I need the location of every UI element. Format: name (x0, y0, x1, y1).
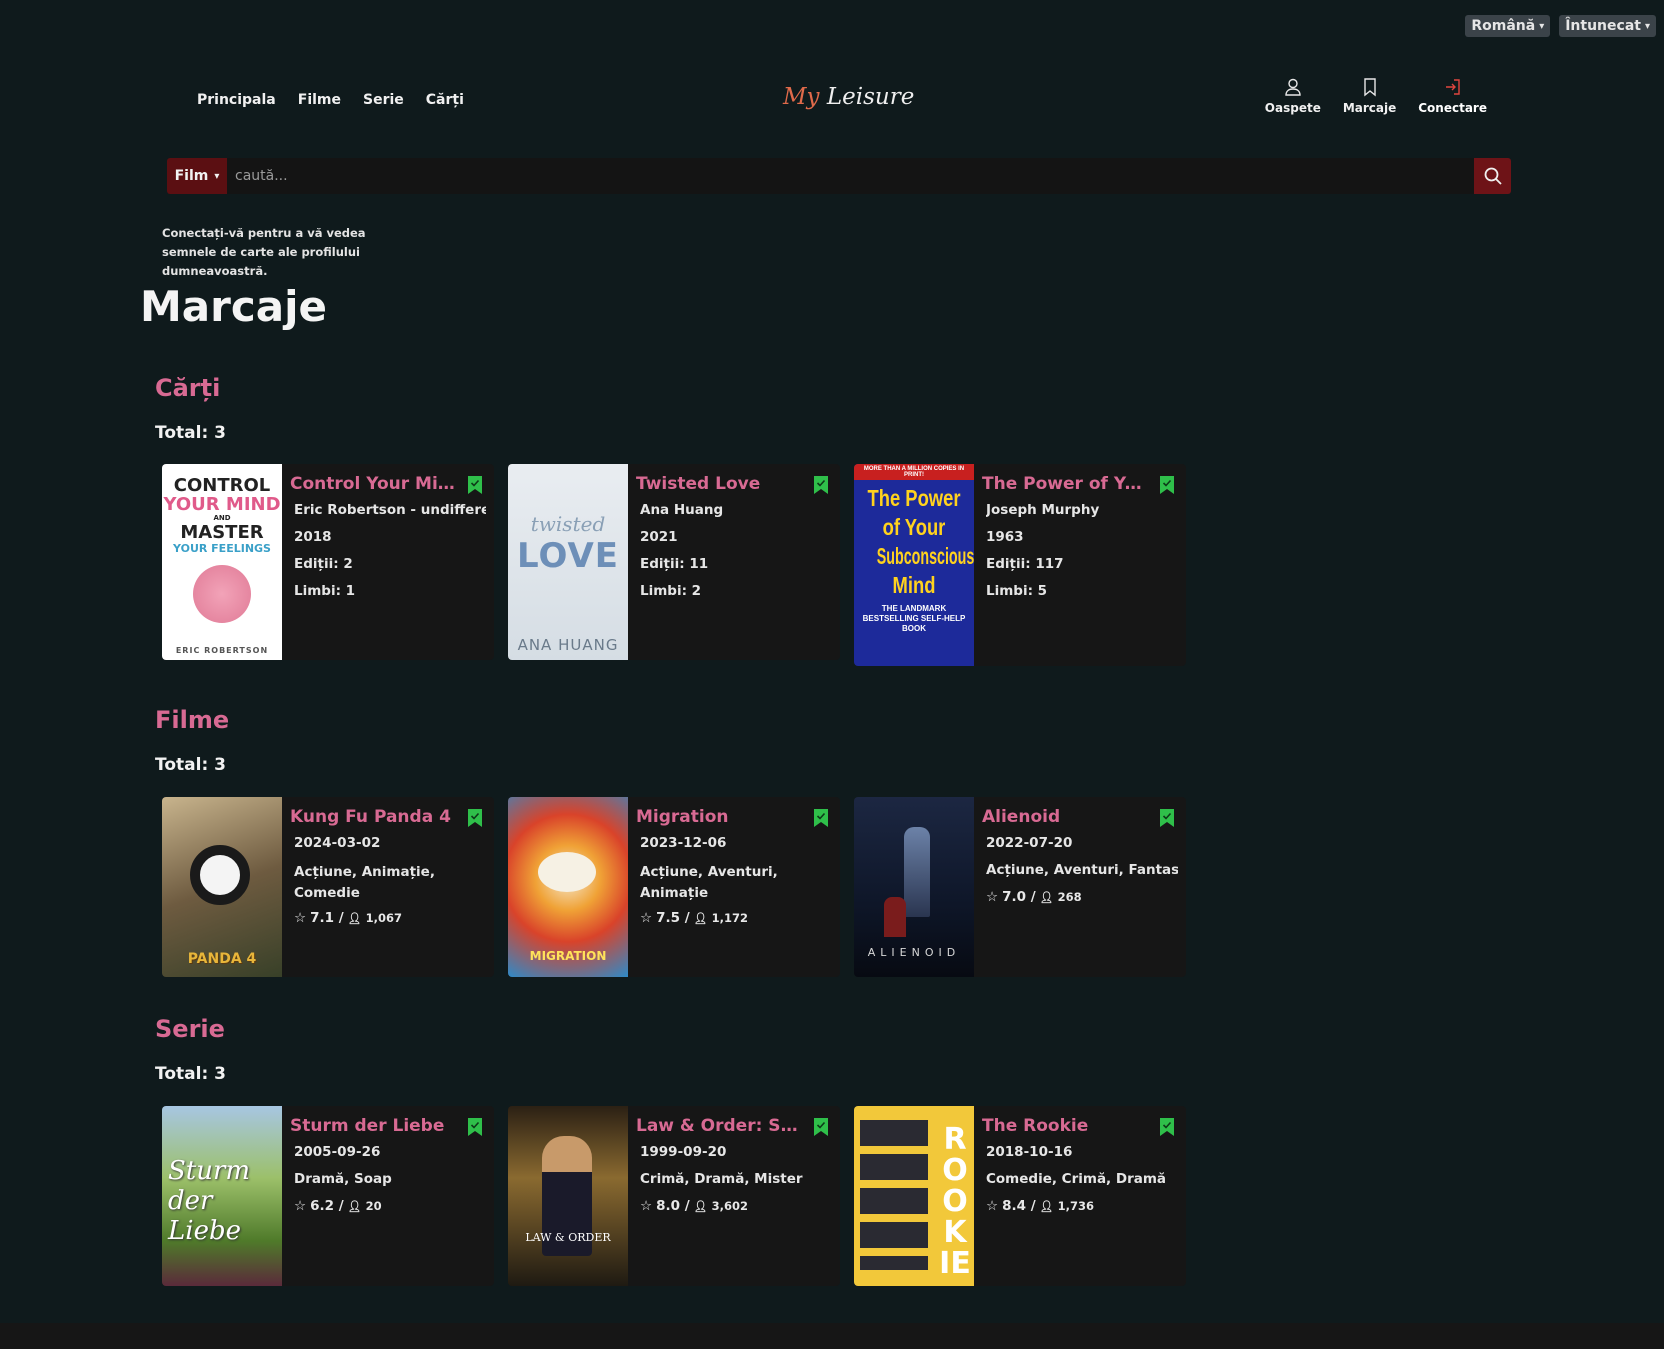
series-list: Sturm der Liebe Sturm der Liebe 2005-09-… (162, 1106, 1186, 1286)
robot-illustration (904, 827, 930, 917)
bookmarks-button[interactable]: Marcaje (1343, 77, 1396, 115)
star-icon: ☆ (640, 910, 653, 926)
user-icon: 👤︎ (1039, 890, 1054, 904)
panda-illustration (190, 845, 250, 905)
books-heading: Cărți (155, 374, 221, 402)
user-icon: 👤︎ (1039, 1199, 1054, 1213)
movie-poster: PANDA 4 (162, 797, 282, 977)
language-select[interactable]: Română ▾ (1465, 15, 1551, 37)
movie-poster: ALIENOID (854, 797, 974, 977)
page-title: Marcaje (140, 282, 327, 331)
nav-home[interactable]: Principala (197, 92, 276, 108)
search-input[interactable] (227, 168, 1474, 184)
series-title[interactable]: The Rookie (982, 1116, 1147, 1136)
top-selectors: Română ▾ Întunecat ▾ (1465, 15, 1656, 37)
book-card[interactable]: CONTROL YOUR MIND AND MASTER YOUR FEELIN… (162, 464, 494, 660)
bookmark-filled-icon[interactable] (814, 809, 828, 827)
user-icon: 👤︎ (693, 911, 708, 925)
series-poster: LAW & ORDER (508, 1106, 628, 1286)
bookmark-filled-icon[interactable] (468, 476, 482, 494)
login-note: Conectați-vă pentru a vă vedea semnele d… (162, 226, 366, 278)
bookmark-icon (1363, 78, 1376, 97)
bookmark-filled-icon[interactable] (1160, 1118, 1174, 1136)
header-actions: Oaspete Marcaje Conectare (1265, 77, 1487, 115)
bookmark-filled-icon[interactable] (468, 809, 482, 827)
movie-card[interactable]: ALIENOID Alienoid 2022-07-20 Acțiune, Av… (854, 797, 1186, 977)
movie-title[interactable]: Kung Fu Panda 4 (290, 807, 455, 827)
login-icon (1445, 79, 1460, 95)
user-icon: 👤︎ (347, 1199, 362, 1213)
series-poster: ROOKIE (854, 1106, 974, 1286)
search-button[interactable] (1474, 158, 1511, 194)
user-icon: 👤︎ (693, 1199, 708, 1213)
series-card[interactable]: Sturm der Liebe Sturm der Liebe 2005-09-… (162, 1106, 494, 1286)
bookmark-filled-icon[interactable] (468, 1118, 482, 1136)
star-icon: ☆ (640, 1198, 653, 1214)
bookmark-filled-icon[interactable] (1160, 476, 1174, 494)
series-card[interactable]: LAW & ORDER Law & Order: Sp... 1999-09-2… (508, 1106, 840, 1286)
logo[interactable]: My Leisure (783, 84, 914, 110)
star-icon: ☆ (294, 1198, 307, 1214)
figure-illustration (884, 897, 906, 937)
book-cover: twisted LOVE ANA HUANG (508, 464, 628, 660)
nav-series[interactable]: Serie (363, 92, 404, 108)
bookmark-filled-icon[interactable] (814, 1118, 828, 1136)
user-icon (1285, 78, 1301, 96)
chevron-down-icon: ▾ (214, 170, 220, 182)
star-icon: ☆ (986, 889, 999, 905)
chevron-down-icon: ▾ (1539, 20, 1545, 32)
book-card[interactable]: twisted LOVE ANA HUANG Twisted Love Ana … (508, 464, 840, 660)
login-button[interactable]: Conectare (1418, 77, 1487, 115)
book-title[interactable]: Twisted Love (636, 474, 801, 494)
nav-books[interactable]: Cărți (426, 92, 464, 108)
user-icon: 👤︎ (347, 911, 362, 925)
bookmark-filled-icon[interactable] (814, 476, 828, 494)
book-title[interactable]: The Power of Yo... (982, 474, 1147, 494)
series-card[interactable]: ROOKIE The Rookie 2018-10-16 Comedie, Cr… (854, 1106, 1186, 1286)
book-card[interactable]: MORE THAN A MILLION COPIES IN PRINT! The… (854, 464, 1186, 666)
bookmark-filled-icon[interactable] (1160, 809, 1174, 827)
search-icon (1484, 167, 1502, 185)
theme-select[interactable]: Întunecat ▾ (1559, 15, 1656, 37)
search-bar: Film ▾ (167, 158, 1511, 194)
star-icon: ☆ (986, 1198, 999, 1214)
rating: ☆ 8.0 / 👤︎ 3,602 (640, 1198, 749, 1214)
books-total: Total: 3 (155, 423, 226, 443)
movies-list: PANDA 4 Kung Fu Panda 4 2024-03-02 Acțiu… (162, 797, 1186, 977)
movie-card[interactable]: MIGRATION Migration 2023-12-06 Acțiune, … (508, 797, 840, 977)
main-nav: Principala Filme Serie Cărți (197, 92, 464, 108)
rating: ☆ 6.2 / 👤︎ 20 (294, 1198, 382, 1214)
book-cover: CONTROL YOUR MIND AND MASTER YOUR FEELIN… (162, 464, 282, 660)
series-poster: Sturm der Liebe (162, 1106, 282, 1286)
series-heading: Serie (155, 1015, 225, 1043)
series-total: Total: 3 (155, 1064, 226, 1084)
movies-total: Total: 3 (155, 755, 226, 775)
search-type-select[interactable]: Film ▾ (167, 158, 227, 194)
footer (0, 1323, 1664, 1349)
rating: ☆ 7.0 / 👤︎ 268 (986, 889, 1082, 905)
movie-poster: MIGRATION (508, 797, 628, 977)
rating: ☆ 8.4 / 👤︎ 1,736 (986, 1198, 1095, 1214)
duck-illustration (538, 852, 596, 892)
book-cover: MORE THAN A MILLION COPIES IN PRINT! The… (854, 464, 974, 666)
book-title[interactable]: Control Your Mi... (290, 474, 455, 494)
nav-movies[interactable]: Filme (298, 92, 341, 108)
guest-button[interactable]: Oaspete (1265, 77, 1321, 115)
movie-card[interactable]: PANDA 4 Kung Fu Panda 4 2024-03-02 Acțiu… (162, 797, 494, 977)
rating: ☆ 7.1 / 👤︎ 1,067 (294, 910, 403, 926)
rating: ☆ 7.5 / 👤︎ 1,172 (640, 910, 749, 926)
series-title[interactable]: Law & Order: Sp... (636, 1116, 801, 1136)
books-list: CONTROL YOUR MIND AND MASTER YOUR FEELIN… (162, 464, 1186, 666)
movie-title[interactable]: Migration (636, 807, 801, 827)
movies-heading: Filme (155, 706, 230, 734)
star-icon: ☆ (294, 910, 307, 926)
series-title[interactable]: Sturm der Liebe (290, 1116, 455, 1136)
chevron-down-icon: ▾ (1644, 20, 1650, 32)
cast-illustration (860, 1120, 928, 1270)
movie-title[interactable]: Alienoid (982, 807, 1147, 827)
brain-illustration (193, 565, 251, 623)
